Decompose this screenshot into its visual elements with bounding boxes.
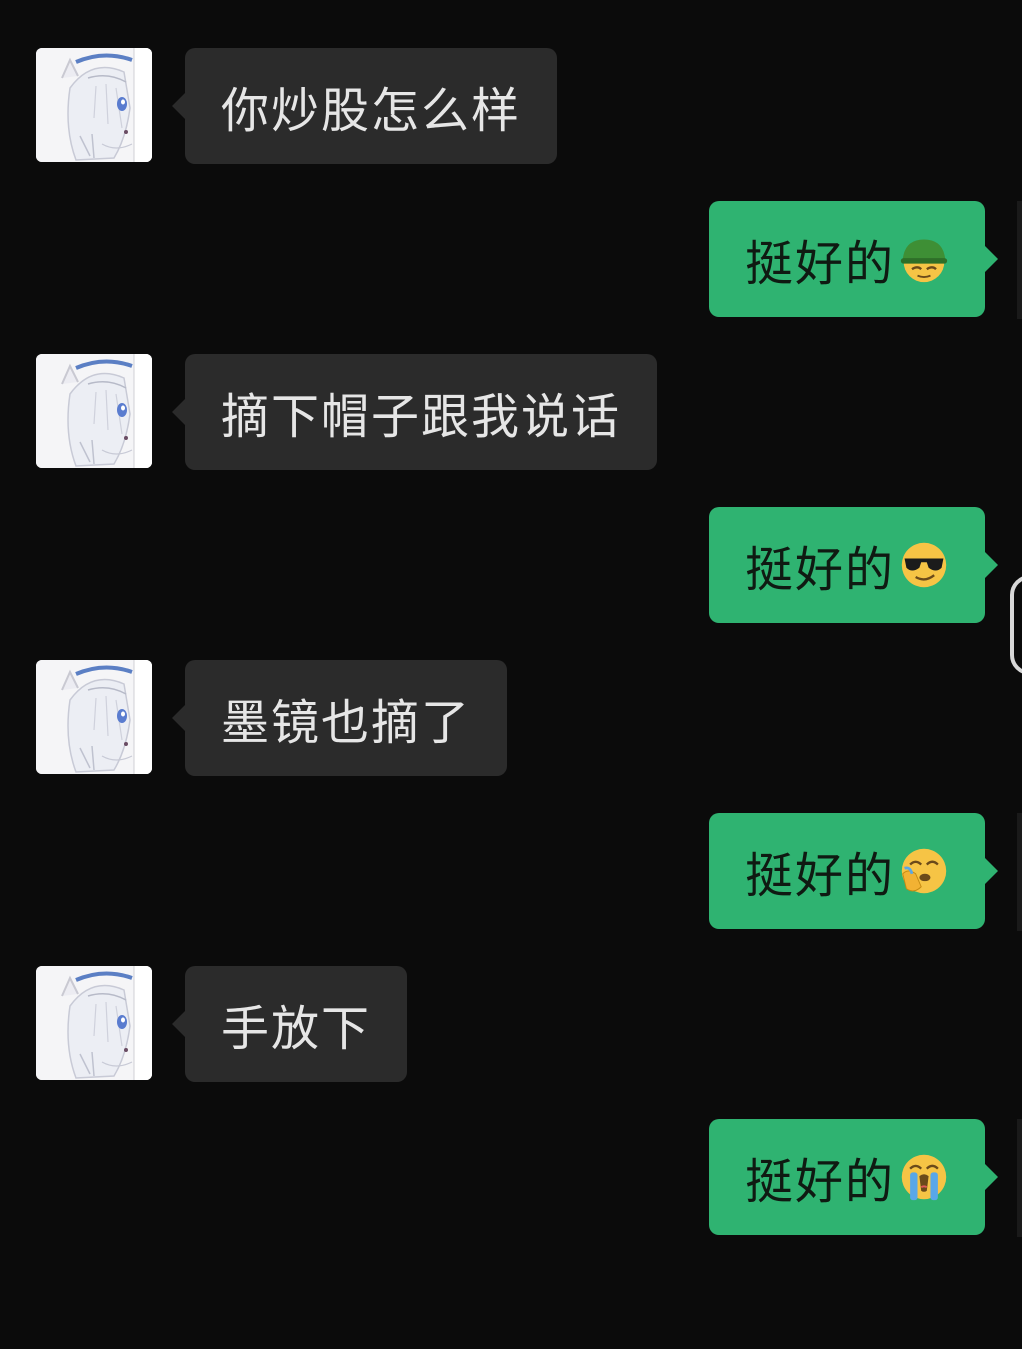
crying-emoji-icon (899, 1150, 949, 1204)
message-bubble-outgoing[interactable]: 挺好的 (709, 201, 998, 317)
message-bubble-incoming[interactable]: 手放下 (171, 966, 408, 1082)
message-row-outgoing: 挺好的 (0, 813, 1022, 931)
message-bubble-outgoing[interactable]: 挺好的 (709, 1119, 998, 1235)
avatar-image (36, 48, 152, 162)
message-row-incoming: 摘下帽子跟我说话 (0, 354, 1022, 472)
message-row-outgoing: 挺好的 (0, 201, 1022, 319)
message-bubble-outgoing[interactable]: 挺好的 (709, 813, 998, 929)
face-palm-emoji-icon (899, 844, 949, 898)
message-bubble-incoming[interactable]: 摘下帽子跟我说话 (171, 354, 658, 470)
message-row-outgoing: 挺好的 (0, 1119, 1022, 1237)
avatar[interactable] (36, 660, 152, 774)
avatar-image (36, 354, 152, 468)
message-row-incoming: 手放下 (0, 966, 1022, 1084)
edge-avatar-strip (1017, 1119, 1022, 1237)
message-text: 墨镜也摘了 (221, 695, 472, 751)
message-text: 挺好的 (745, 848, 896, 904)
avatar[interactable] (36, 354, 152, 468)
sunglasses-emoji-icon (899, 538, 949, 592)
avatar-image (36, 966, 152, 1080)
message-text: 挺好的 (745, 542, 896, 598)
message-bubble-incoming[interactable]: 墨镜也摘了 (171, 660, 508, 776)
avatar[interactable] (36, 48, 152, 162)
chat-thread: 你炒股怎么样 挺好的 摘下帽子跟我说话 挺好的 墨镜也摘了 挺好的 手放下 挺好… (0, 0, 1022, 1349)
avatar[interactable] (36, 966, 152, 1080)
message-text: 挺好的 (745, 236, 896, 292)
message-bubble-outgoing[interactable]: 挺好的 (709, 507, 998, 623)
avatar-image (36, 660, 152, 774)
message-text: 你炒股怎么样 (221, 83, 522, 139)
helmet-emoji-icon (899, 232, 949, 286)
message-text: 摘下帽子跟我说话 (221, 389, 622, 445)
message-text: 手放下 (221, 1001, 372, 1057)
edge-avatar-strip (1017, 201, 1022, 319)
message-text: 挺好的 (745, 1154, 896, 1210)
message-row-incoming: 墨镜也摘了 (0, 660, 1022, 778)
message-bubble-incoming[interactable]: 你炒股怎么样 (171, 48, 558, 164)
edge-avatar-strip (1017, 813, 1022, 931)
message-row-outgoing: 挺好的 (0, 507, 1022, 625)
message-row-incoming: 你炒股怎么样 (0, 48, 1022, 166)
